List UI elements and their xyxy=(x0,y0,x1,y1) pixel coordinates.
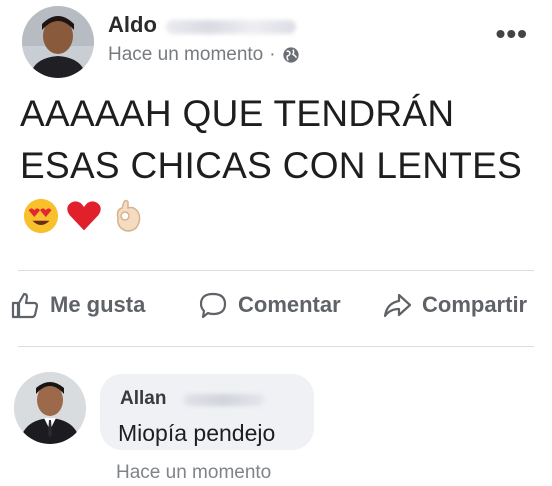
commenter-avatar[interactable] xyxy=(14,372,86,444)
share-label: Compartir xyxy=(422,292,528,317)
blurred-surname xyxy=(166,20,296,34)
action-bar: Me gusta Comentar Compartir xyxy=(10,284,550,328)
like-label: Me gusta xyxy=(50,292,146,317)
red-heart-emoji xyxy=(67,201,101,231)
post-timestamp[interactable]: Hace un momento xyxy=(108,44,263,66)
more-options-button[interactable]: ••• xyxy=(496,18,528,50)
heart-eyes-emoji xyxy=(23,198,59,234)
actions-divider xyxy=(18,346,534,347)
post-text-line-2: ESAS CHICAS CON LENTES xyxy=(20,145,523,186)
ok-hand-emoji xyxy=(116,199,141,232)
comment-bubble: Allan Miopía pendejo xyxy=(100,374,314,450)
globe-icon[interactable] xyxy=(282,46,300,64)
comment-text: Miopía pendejo xyxy=(118,420,276,446)
share-button[interactable]: Compartir xyxy=(382,290,527,320)
commenter-name[interactable]: Allan xyxy=(120,388,166,410)
comment-timestamp[interactable]: Hace un momento xyxy=(116,462,271,484)
share-arrow-icon xyxy=(383,293,412,318)
post-text: AAAAAH QUE TENDRÁN ESAS CHICAS CON LENTE… xyxy=(20,88,540,192)
comment-bubble-icon xyxy=(199,292,227,319)
post-meta: Hace un momento · xyxy=(108,44,300,66)
comment-button[interactable]: Comentar xyxy=(198,290,341,320)
emoji-row xyxy=(22,196,148,236)
meta-separator: · xyxy=(269,44,276,65)
post-divider xyxy=(18,270,534,271)
comment-label: Comentar xyxy=(238,292,341,317)
thumbs-up-icon xyxy=(11,292,39,319)
blurred-commenter-surname xyxy=(184,394,264,406)
author-name[interactable]: Aldo xyxy=(108,12,157,38)
post-header: Aldo Hace un momento · ••• xyxy=(18,4,538,80)
like-button[interactable]: Me gusta xyxy=(10,290,145,320)
author-avatar[interactable] xyxy=(22,6,94,78)
post-text-line-1: AAAAAH QUE TENDRÁN xyxy=(20,93,455,134)
